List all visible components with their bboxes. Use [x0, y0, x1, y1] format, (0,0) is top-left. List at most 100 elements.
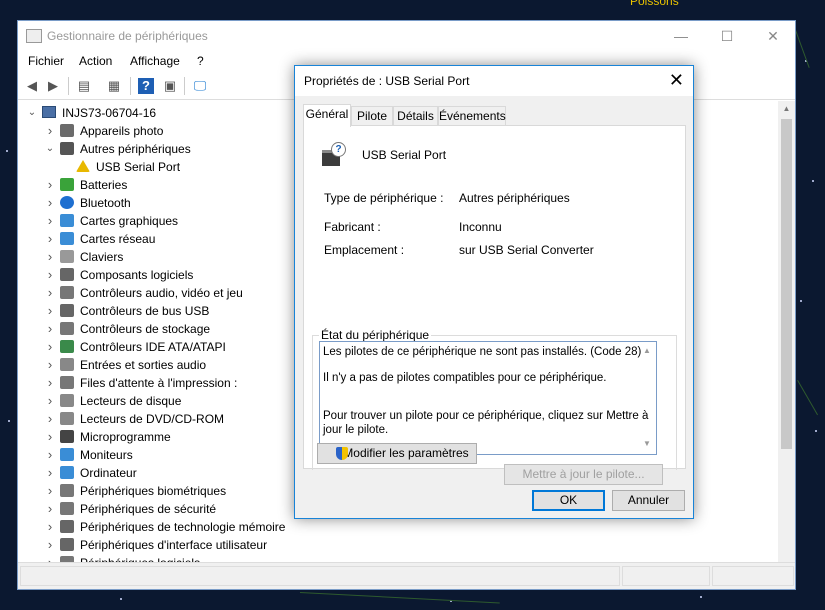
- tab-details[interactable]: Détails: [393, 106, 438, 125]
- scan-hardware-icon[interactable]: 🖵: [192, 78, 208, 94]
- tree-item-label: Cartes graphiques: [80, 214, 179, 228]
- security-device-icon: [60, 502, 74, 515]
- tree-item-label: Cartes réseau: [80, 232, 156, 246]
- show-hide-tree-icon[interactable]: ▤: [76, 78, 92, 94]
- speaker-icon: [60, 358, 74, 371]
- properties-dialog: Propriétés de : USB Serial Port ✕ Généra…: [294, 65, 694, 519]
- chevron-right-icon[interactable]: ›: [44, 320, 56, 338]
- vertical-scrollbar[interactable]: ▲: [778, 101, 795, 563]
- chevron-right-icon[interactable]: ›: [44, 536, 56, 554]
- tab-evenements[interactable]: Événements: [438, 106, 506, 125]
- tree-item-label: Files d'attente à l'impression :: [80, 376, 238, 390]
- chevron-right-icon[interactable]: ›: [44, 374, 56, 392]
- tree-item-label: Batteries: [80, 178, 128, 192]
- chevron-right-icon[interactable]: ›: [44, 284, 56, 302]
- shield-icon: [336, 447, 348, 460]
- maximize-button[interactable]: ☐: [704, 21, 750, 51]
- help-icon[interactable]: ?: [138, 78, 154, 94]
- chevron-right-icon[interactable]: ›: [44, 338, 56, 356]
- dialog-close-button[interactable]: ✕: [669, 70, 684, 90]
- back-arrow-icon[interactable]: ◀: [24, 78, 40, 94]
- tree-item-label: Autres périphériques: [80, 142, 191, 156]
- chevron-right-icon[interactable]: ›: [44, 194, 56, 212]
- tree-item-label: Contrôleurs de bus USB: [80, 304, 210, 318]
- properties-icon[interactable]: ▦: [106, 78, 122, 94]
- update-driver-button[interactable]: Mettre à jour le pilote...: [504, 464, 663, 485]
- chevron-right-icon[interactable]: ›: [44, 464, 56, 482]
- storage-controller-icon: [60, 322, 74, 335]
- cancel-button[interactable]: Annuler: [612, 490, 685, 511]
- tree-item-label: Ordinateur: [80, 466, 137, 480]
- tab-pilote[interactable]: Pilote: [351, 106, 393, 125]
- status-scrollbar[interactable]: ▲ ▼: [639, 342, 656, 454]
- fingerprint-icon: [60, 484, 74, 497]
- computer-icon: [60, 466, 74, 479]
- forward-arrow-icon[interactable]: ▶: [45, 78, 61, 94]
- audio-icon: [60, 286, 74, 299]
- scroll-up-icon[interactable]: ▲: [643, 346, 651, 355]
- camera-icon: [60, 124, 74, 137]
- chevron-down-icon[interactable]: ⌄: [44, 140, 56, 158]
- view-icon[interactable]: ▣: [162, 78, 178, 94]
- tree-item-label: Appareils photo: [80, 124, 164, 138]
- display-adapter-icon: [60, 214, 74, 227]
- chevron-right-icon[interactable]: ›: [44, 518, 56, 536]
- minimize-button[interactable]: —: [658, 21, 704, 51]
- keyboard-icon: [60, 250, 74, 263]
- chevron-right-icon[interactable]: ›: [44, 356, 56, 374]
- status-line-2: Il n'y a pas de pilotes compatibles pour…: [323, 372, 607, 384]
- chevron-down-icon[interactable]: ⌄: [26, 104, 38, 122]
- chevron-right-icon[interactable]: ›: [44, 500, 56, 518]
- menu-action[interactable]: Action: [79, 54, 112, 68]
- close-button[interactable]: ✕: [750, 21, 796, 51]
- dialog-title: Propriétés de : USB Serial Port: [304, 74, 470, 88]
- tree-item-label: Bluetooth: [80, 196, 131, 210]
- location-label: Emplacement :: [324, 243, 405, 257]
- chevron-right-icon[interactable]: ›: [44, 446, 56, 464]
- tab-general[interactable]: Général: [303, 104, 351, 127]
- tree-item-label: USB Serial Port: [96, 160, 181, 174]
- hid-icon: [60, 538, 74, 551]
- status-line-1: Les pilotes de ce périphérique ne sont p…: [323, 346, 642, 358]
- menu-affichage[interactable]: Affichage: [130, 54, 180, 68]
- ok-button[interactable]: OK: [532, 490, 605, 511]
- memory-icon: [60, 520, 74, 533]
- chevron-right-icon[interactable]: ›: [44, 248, 56, 266]
- window-title: Gestionnaire de périphériques: [47, 29, 208, 43]
- tree-item-label: Périphériques de technologie mémoire: [80, 520, 286, 534]
- menu-help[interactable]: ?: [197, 54, 204, 68]
- chevron-right-icon[interactable]: ›: [44, 428, 56, 446]
- menu-fichier[interactable]: Fichier: [28, 54, 64, 68]
- chevron-right-icon[interactable]: ›: [44, 302, 56, 320]
- change-settings-button[interactable]: Modifier les paramètres: [317, 443, 477, 464]
- chevron-right-icon[interactable]: ›: [44, 410, 56, 428]
- monitor-icon: [60, 448, 74, 461]
- title-bar: Gestionnaire de périphériques — ☐ ✕: [18, 21, 795, 51]
- network-adapter-icon: [60, 232, 74, 245]
- status-line-3: Pour trouver un pilote pour ce périphéri…: [323, 410, 649, 422]
- battery-icon: [60, 178, 74, 191]
- scroll-up-icon[interactable]: ▲: [778, 101, 795, 117]
- tree-item-label: Périphériques de sécurité: [80, 502, 217, 516]
- chevron-right-icon[interactable]: ›: [44, 176, 56, 194]
- chevron-right-icon[interactable]: ›: [44, 392, 56, 410]
- scroll-down-icon[interactable]: ▼: [643, 439, 651, 448]
- warning-device-icon: [76, 160, 90, 172]
- chevron-right-icon[interactable]: ›: [44, 266, 56, 284]
- device-type-value: Autres périphériques: [459, 191, 570, 205]
- device-status-group-title: État du périphérique: [319, 328, 432, 342]
- chevron-right-icon[interactable]: ›: [44, 482, 56, 500]
- status-line-4: jour le pilote.: [323, 424, 389, 436]
- status-bar: [18, 562, 795, 589]
- chevron-right-icon[interactable]: ›: [44, 212, 56, 230]
- chevron-right-icon[interactable]: ›: [44, 230, 56, 248]
- chevron-right-icon[interactable]: ›: [44, 122, 56, 140]
- desktop-label: Poissons: [630, 0, 679, 8]
- tree-item-label: Contrôleurs de stockage: [80, 322, 211, 336]
- scrollbar-thumb[interactable]: [781, 119, 792, 449]
- bluetooth-icon: [60, 196, 74, 209]
- tree-item-label: Entrées et sorties audio: [80, 358, 207, 372]
- tree-item-label: Périphériques d'interface utilisateur: [80, 538, 268, 552]
- device-status-textbox[interactable]: Les pilotes de ce périphérique ne sont p…: [319, 341, 657, 455]
- general-tab-panel: ? USB Serial Port Type de périphérique :…: [303, 125, 686, 485]
